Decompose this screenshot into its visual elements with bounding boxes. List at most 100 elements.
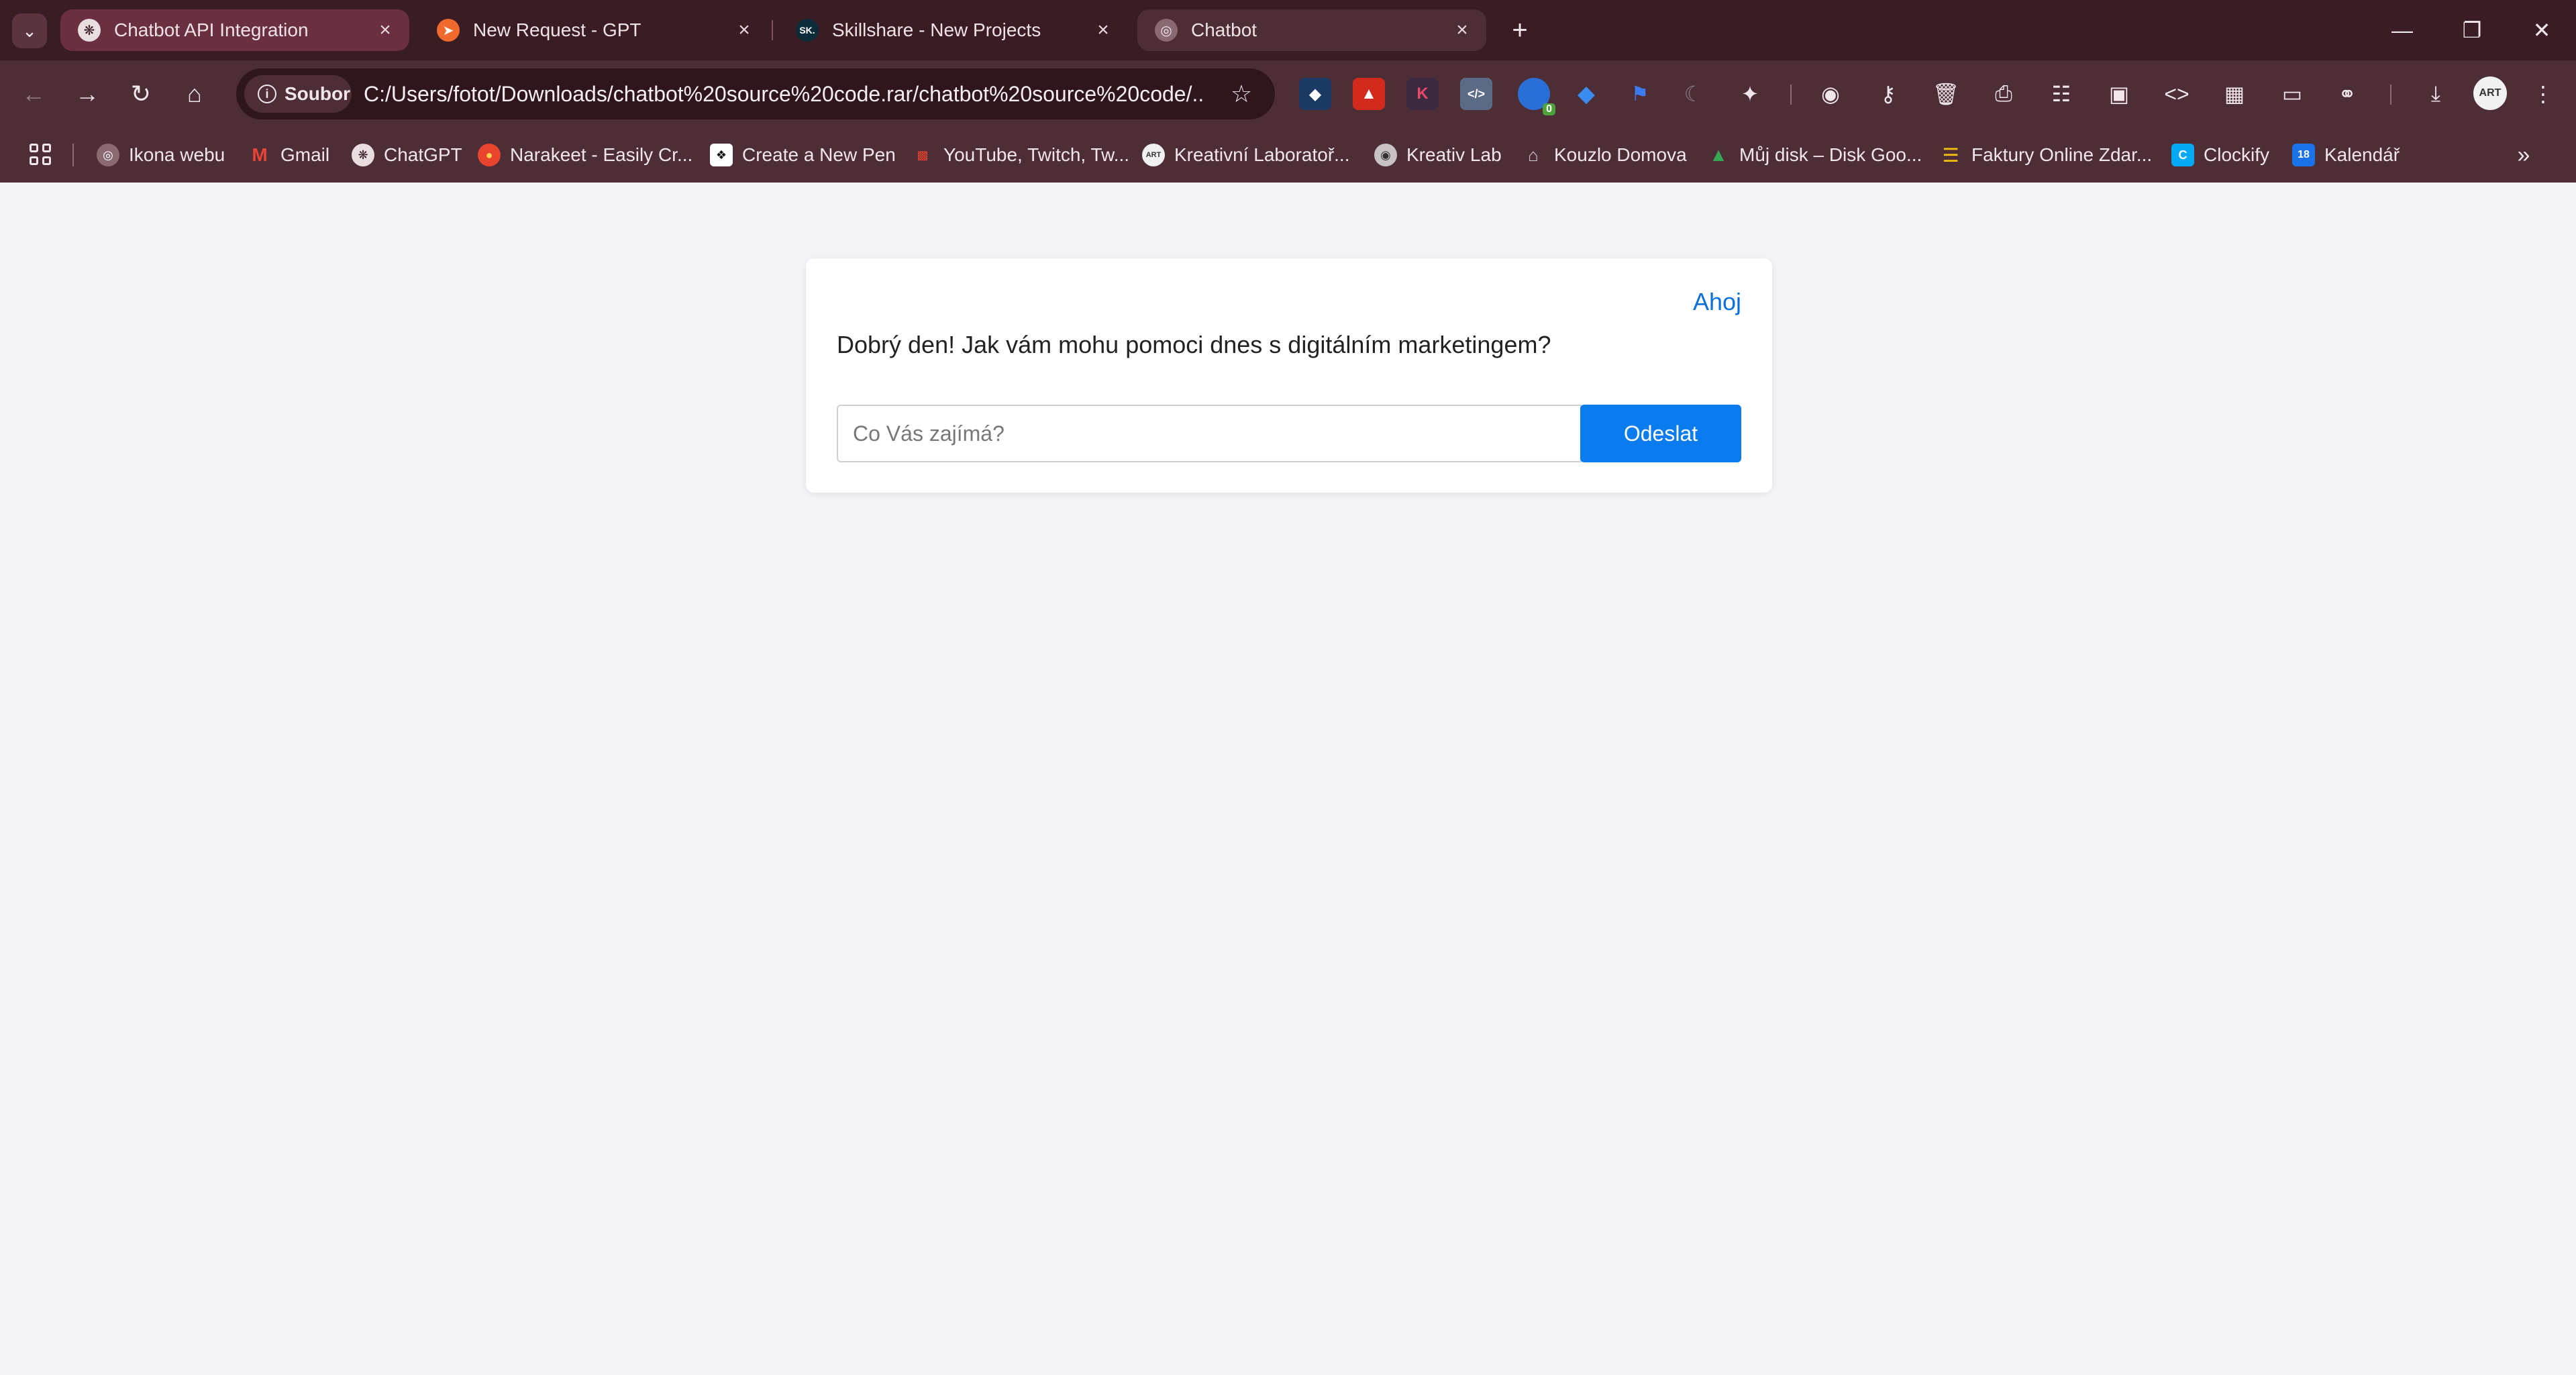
close-icon[interactable]: × xyxy=(731,17,758,44)
bookmark-youtube-twitch[interactable]: ▩ YouTube, Twitch, Tw... xyxy=(911,137,1129,173)
close-icon: ✕ xyxy=(2532,18,2551,42)
minimize-button[interactable]: — xyxy=(2375,7,2429,54)
bookmark-label: Můj disk – Disk Goo... xyxy=(1739,144,1922,165)
extension-badge: 0 xyxy=(1543,103,1555,115)
bookmark-label: Kreativní Laboratoř... xyxy=(1174,144,1350,165)
send-button[interactable]: Odeslat xyxy=(1580,405,1741,462)
site-info-label: Soubor xyxy=(285,83,350,104)
bookmark-ikona-webu[interactable]: ◎ Ikona webu xyxy=(97,137,225,173)
arrow-left-icon: ← xyxy=(21,80,46,107)
url-text[interactable]: C:/Users/fotot/Downloads/chatbot%20sourc… xyxy=(364,68,1202,119)
address-bar[interactable]: i Soubor C:/Users/fotot/Downloads/chatbo… xyxy=(236,68,1275,119)
bookmark-label: Clockify xyxy=(2204,144,2270,165)
layout-icon[interactable]: ▦ xyxy=(2218,78,2251,110)
bookmark-kouzlo-domova[interactable]: ⌂ Kouzlo Domova xyxy=(1522,137,1687,173)
tab-title: Chatbot API Integration xyxy=(114,19,309,40)
bookmark-narakeet[interactable]: ● Narakeet - Easily Cr... xyxy=(478,137,692,173)
link-icon[interactable]: ⚭ xyxy=(2331,78,2363,110)
home-icon: ⌂ xyxy=(1528,144,1539,165)
profile-avatar[interactable]: ART xyxy=(2473,77,2507,110)
postman-icon: ➤ xyxy=(437,19,460,42)
bookmark-kreativ-lab[interactable]: ◉ Kreativ Lab xyxy=(1374,137,1502,173)
devices-icon[interactable]: ▭ xyxy=(2276,78,2308,110)
bookmark-label: Kouzlo Domova xyxy=(1554,144,1687,165)
new-tab-button[interactable]: + xyxy=(1503,13,1537,47)
site-info-chip[interactable]: i Soubor xyxy=(244,75,352,113)
moon-extension-icon[interactable]: ☾ xyxy=(1678,78,1710,110)
trash-icon[interactable]: 🗑 xyxy=(1930,78,1962,110)
chatbot-card: Ahoj Dobrý den! Jak vám mohu pomoci dnes… xyxy=(806,258,1772,493)
reload-icon: ↻ xyxy=(130,80,152,107)
codepen-icon: ❖ xyxy=(710,144,733,166)
tab-chatbot-api-integration[interactable]: ❋ Chatbot API Integration × xyxy=(60,9,409,51)
info-icon: i xyxy=(258,85,276,103)
bookmark-clockify[interactable]: C Clockify xyxy=(2171,137,2269,173)
tab-title: New Request - GPT xyxy=(473,19,641,40)
openai-icon: ❋ xyxy=(352,144,374,166)
reload-button[interactable]: ↻ xyxy=(122,75,160,113)
back-button[interactable]: ← xyxy=(15,75,52,113)
chat-input[interactable] xyxy=(837,405,1582,462)
chevron-down-icon: ⌄ xyxy=(22,20,37,41)
greeting-link[interactable]: Ahoj xyxy=(1693,288,1741,316)
bookmark-label: ChatGPT xyxy=(384,144,462,165)
print-icon[interactable]: ⎙ xyxy=(1988,78,2020,110)
globe-extension-icon[interactable]: 0 xyxy=(1518,78,1555,115)
restore-icon: ❐ xyxy=(2462,18,2482,42)
tab-skillshare[interactable]: SK. Skillshare - New Projects × xyxy=(778,9,1127,51)
code-view-icon[interactable]: <> xyxy=(2161,78,2193,110)
tab-separator xyxy=(772,20,773,40)
close-icon[interactable]: × xyxy=(1090,17,1117,44)
bookmark-codepen[interactable]: ❖ Create a New Pen xyxy=(710,137,896,173)
bookmark-kalendar[interactable]: 18 Kalendář xyxy=(2292,137,2400,173)
bookmark-label: Faktury Online Zdar... xyxy=(1971,144,2153,165)
download-icon[interactable]: ⤓ xyxy=(2420,78,2452,110)
openai-icon: ❋ xyxy=(78,19,101,42)
apps-grid-icon[interactable] xyxy=(25,140,55,169)
bookmark-star-icon[interactable]: ☆ xyxy=(1224,77,1259,111)
extensions-puzzle-icon[interactable]: ✦ xyxy=(1734,78,1766,110)
diamond-extension-icon[interactable]: ◆ xyxy=(1570,78,1602,110)
toolbar-separator xyxy=(2390,85,2391,105)
close-window-button[interactable]: ✕ xyxy=(2515,7,2569,54)
bookmarks-bar: ◎ Ikona webu M Gmail ❋ ChatGPT ● Narakee… xyxy=(0,128,2576,183)
bookmark-faktury-online[interactable]: ☰ Faktury Online Zdar... xyxy=(1939,137,2152,173)
k-extension-icon[interactable]: K xyxy=(1406,78,1439,110)
clockify-icon: C xyxy=(2171,144,2194,166)
kreativ-lab-icon: ◉ xyxy=(1374,144,1397,166)
password-key-icon[interactable]: ⚷ xyxy=(1872,78,1904,110)
home-button[interactable]: ⌂ xyxy=(176,75,213,113)
bot-greeting-message: Dobrý den! Jak vám mohu pomoci dnes s di… xyxy=(837,331,1551,358)
arrow-right-icon: → xyxy=(75,80,99,107)
tab-chatbot-active[interactable]: ◎ Chatbot × xyxy=(1137,9,1486,51)
bookmark-google-drive[interactable]: ▲ Můj disk – Disk Goo... xyxy=(1707,137,1922,173)
acrobat-icon[interactable]: ▲ xyxy=(1353,78,1385,110)
tab-search-button[interactable]: ⌄ xyxy=(12,13,47,48)
menu-kebab-icon[interactable]: ⋮ xyxy=(2527,78,2559,110)
close-icon[interactable]: × xyxy=(372,17,399,44)
home-icon: ⌂ xyxy=(187,80,202,107)
tab-new-request-gpt[interactable]: ➤ New Request - GPT × xyxy=(419,9,768,51)
code-extension-icon[interactable]: </> xyxy=(1460,78,1492,110)
bookmark-label: Narakeet - Easily Cr... xyxy=(510,144,693,165)
invoice-icon: ☰ xyxy=(1942,144,1959,166)
forward-button[interactable]: → xyxy=(68,75,106,113)
bookmark-separator xyxy=(72,144,74,166)
globe-icon: ◎ xyxy=(97,144,119,166)
tag-extension-icon[interactable]: ⚑ xyxy=(1624,78,1656,110)
art-icon: ART xyxy=(1142,144,1165,166)
extension-shield-icon[interactable]: ◆ xyxy=(1299,78,1331,110)
restore-button[interactable]: ❐ xyxy=(2445,7,2499,54)
more-bookmarks-chevron-icon[interactable]: » xyxy=(2507,138,2540,172)
bookmark-label: Kalendář xyxy=(2324,144,2400,165)
bookmark-kreativni-laborator[interactable]: ART Kreativní Laboratoř... xyxy=(1142,137,1349,173)
bookmark-gmail[interactable]: M Gmail xyxy=(248,137,329,173)
screenshot-icon[interactable]: ▣ xyxy=(2103,78,2135,110)
incognito-icon[interactable]: ◉ xyxy=(1814,78,1847,110)
bookmark-chatgpt[interactable]: ❋ ChatGPT xyxy=(352,137,462,173)
bookmark-label: Gmail xyxy=(280,144,330,165)
bookmark-label: Create a New Pen xyxy=(742,144,896,165)
close-icon[interactable]: × xyxy=(1449,17,1476,44)
narakeet-icon: ● xyxy=(478,144,501,166)
translate-icon[interactable]: ☷ xyxy=(2045,78,2077,110)
